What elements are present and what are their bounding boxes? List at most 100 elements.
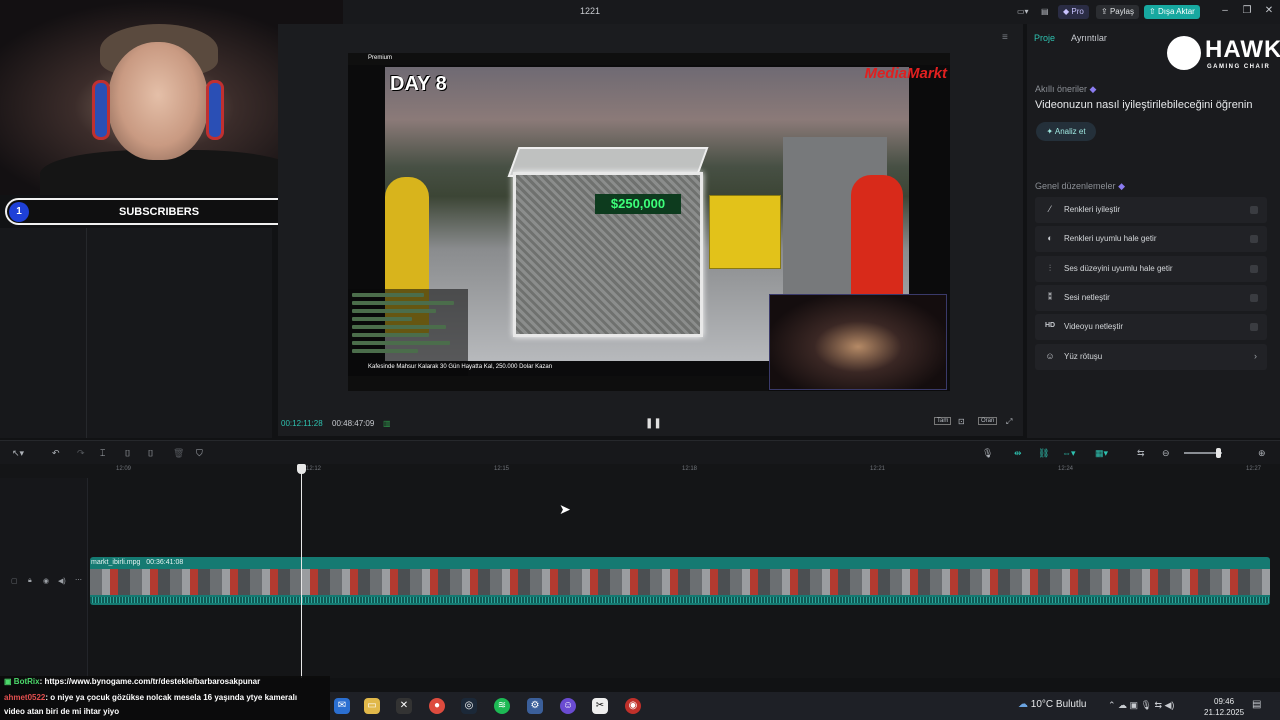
chrome-icon[interactable]: ● xyxy=(429,698,445,714)
edit-normalize-audio[interactable]: ⫶ Ses düzeyini uyumlu hale getir xyxy=(1035,256,1267,282)
sliders-icon: ⫶ xyxy=(1048,263,1052,273)
eye-icon[interactable]: ◉ xyxy=(43,577,49,585)
toggle[interactable] xyxy=(1250,235,1258,243)
video-player[interactable]: Premium $250,000 DAY 8 MediaMarkt Kafesi… xyxy=(348,53,950,391)
streamer-inset-cam xyxy=(769,294,947,390)
youtube-controls xyxy=(348,376,768,391)
gem-icon: ◆ xyxy=(1118,181,1125,191)
chat-line xyxy=(352,301,454,305)
ruler-tick: 12:12 xyxy=(306,466,322,472)
zoom-in-icon[interactable]: ⊕ xyxy=(1258,448,1266,459)
full-quality-button[interactable]: Tam xyxy=(934,417,952,425)
youtube-video-title: Kafesinde Mahsur Kalarak 30 Gün Hayatta … xyxy=(368,364,553,370)
snapshot-icon[interactable]: ⊡ xyxy=(958,417,965,426)
tab-project[interactable]: Proje xyxy=(1034,33,1055,43)
clock[interactable]: 09:46 21.12.2025 xyxy=(1204,696,1244,718)
redo-icon[interactable]: ↷ xyxy=(77,448,85,459)
clock-date: 21.12.2025 xyxy=(1204,708,1245,717)
share-button[interactable]: ⇪ Paylaş xyxy=(1096,5,1139,19)
spotify-icon[interactable]: ≋ xyxy=(494,698,510,714)
analyze-button[interactable]: ✦ Analiz et xyxy=(1036,122,1096,141)
file-explorer-icon[interactable]: ▭ xyxy=(364,698,380,714)
clip-audio-waveform xyxy=(90,597,1270,603)
minimize-icon[interactable]: – xyxy=(1219,5,1231,16)
split-icon[interactable]: ⌶ xyxy=(100,448,105,459)
lock-icon[interactable]: 🔒︎ xyxy=(28,577,32,585)
clip-name: markt_ibirli.mpg 00:36:41:08 xyxy=(91,559,184,566)
ruler-tick: 12:24 xyxy=(1058,466,1074,472)
marker-icon[interactable]: ⛉ xyxy=(196,448,203,459)
video-clip[interactable]: markt_ibirli.mpg 00:36:41:08 xyxy=(90,557,1270,605)
edit-sharpen-video[interactable]: HD Videoyu netleştir xyxy=(1035,314,1267,340)
layout-icon[interactable]: ▭▾ xyxy=(1012,5,1034,19)
microphone-icon[interactable]: 🎙 xyxy=(982,448,993,459)
mediamarkt-logo: MediaMarkt xyxy=(864,65,947,82)
settings-app-icon[interactable]: ⚙ xyxy=(527,698,543,714)
app-icon[interactable]: ✕ xyxy=(396,698,412,714)
track-header: ▢ 🔒︎ ◉ ◀) ⋯ xyxy=(0,478,88,678)
restore-icon[interactable]: ❐ xyxy=(1241,5,1253,16)
edit-enhance-colors[interactable]: ⁄ Renkleri iyileştir xyxy=(1035,197,1267,223)
chevron-right-icon: › xyxy=(1254,351,1257,361)
smart-suggestions-label: Akıllı öneriler ◆ xyxy=(1035,84,1097,94)
stream-chat: ▣ BotRix: https://www.bynogame.com/tr/de… xyxy=(0,676,330,720)
fullscreen-icon[interactable]: ⤢ xyxy=(1006,417,1012,427)
headset-left-icon xyxy=(92,80,110,140)
edit-clarify-audio[interactable]: ⁑ Sesi netleştir xyxy=(1035,285,1267,311)
timeline-ruler[interactable]: 12:09 12:12 12:15 12:18 12:21 12:24 12:2… xyxy=(0,464,1280,478)
magnet-icon[interactable]: ⇔▾ xyxy=(1062,448,1076,459)
hawk-brand-sub: GAMING CHAIR xyxy=(1207,64,1271,70)
chat-line xyxy=(352,317,412,321)
undo-icon[interactable]: ↶ xyxy=(52,448,60,459)
sparkle-audio-icon: ⁑ xyxy=(1047,292,1053,302)
discord-icon[interactable]: ☺ xyxy=(560,698,576,714)
trim-start-icon[interactable]: ⌷ xyxy=(125,448,130,459)
edit-face-retouch[interactable]: ☺ Yüz rötuşu › xyxy=(1035,344,1267,370)
trim-end-icon[interactable]: ⌷ xyxy=(148,448,153,459)
notification-icon[interactable]: ▤ xyxy=(1252,699,1261,710)
zoom-out-icon[interactable]: ⊖ xyxy=(1162,448,1170,459)
capcut-icon[interactable]: ✂ xyxy=(592,698,608,714)
obs-icon[interactable]: ◉ xyxy=(625,698,641,714)
pro-button[interactable]: ◆ Pro xyxy=(1058,5,1089,19)
toggle[interactable] xyxy=(1250,206,1258,214)
playhead-handle[interactable] xyxy=(297,464,306,474)
tab-details[interactable]: Ayrıntılar xyxy=(1071,33,1107,43)
magic-wand-icon: ⁄ xyxy=(1049,204,1051,214)
toggle[interactable] xyxy=(1250,294,1258,302)
chat-message: ▣ BotRix: https://www.bynogame.com/tr/de… xyxy=(4,677,261,686)
weather-widget[interactable]: ☁ 10°C Bulutlu xyxy=(1018,699,1086,710)
select-tool-icon[interactable]: ↖▾ xyxy=(12,448,24,459)
chat-line xyxy=(352,333,429,337)
money-sign: $250,000 xyxy=(595,194,681,214)
auto-fit-icon[interactable]: ⇆ xyxy=(1137,448,1145,459)
menu-icon[interactable]: ≡ xyxy=(1002,32,1008,43)
toggle[interactable] xyxy=(1250,265,1258,273)
general-edits-label: Genel düzenlemeler ◆ xyxy=(1035,181,1125,191)
snap-icon[interactable]: ⇹ xyxy=(1014,448,1022,459)
suggestion-headline: Videonuzun nasıl iyileştirilebileceğini … xyxy=(1035,99,1253,111)
gem-icon: ◆ xyxy=(1089,84,1097,94)
delete-icon[interactable]: 🗑 xyxy=(173,448,184,459)
chat-line xyxy=(352,341,451,345)
zoom-slider-handle[interactable] xyxy=(1216,448,1221,458)
track-type-icon: ▢ xyxy=(11,578,18,585)
export-button[interactable]: ⇧ Dışa Aktar xyxy=(1144,5,1200,19)
yellow-box xyxy=(709,195,781,269)
aspect-ratio-button[interactable]: Oran xyxy=(978,417,998,425)
stream-chat-overlay xyxy=(348,289,468,387)
color-match-icon: ◐ xyxy=(1047,233,1053,243)
panel-icon[interactable]: ▤ xyxy=(1036,5,1054,19)
system-tray-icons[interactable]: ⌃ ☁ ▣ 🎙 ⇆ ◀) xyxy=(1108,700,1174,711)
pause-button[interactable]: ❚❚ xyxy=(645,418,662,429)
outlook-icon[interactable]: ✉ xyxy=(334,698,350,714)
speaker-icon[interactable]: ◀) xyxy=(58,577,66,585)
link-icon[interactable]: ⛓ xyxy=(1038,448,1049,459)
edit-match-colors[interactable]: ◐ Renkleri uyumlu hale getir xyxy=(1035,226,1267,252)
toggle[interactable] xyxy=(1250,323,1258,331)
playhead[interactable] xyxy=(301,464,302,678)
close-icon[interactable]: ✕ xyxy=(1263,5,1275,16)
more-icon[interactable]: ⋯ xyxy=(75,576,82,584)
track-height-icon[interactable]: ▦▾ xyxy=(1095,448,1108,459)
steam-icon[interactable]: ◎ xyxy=(461,698,477,714)
